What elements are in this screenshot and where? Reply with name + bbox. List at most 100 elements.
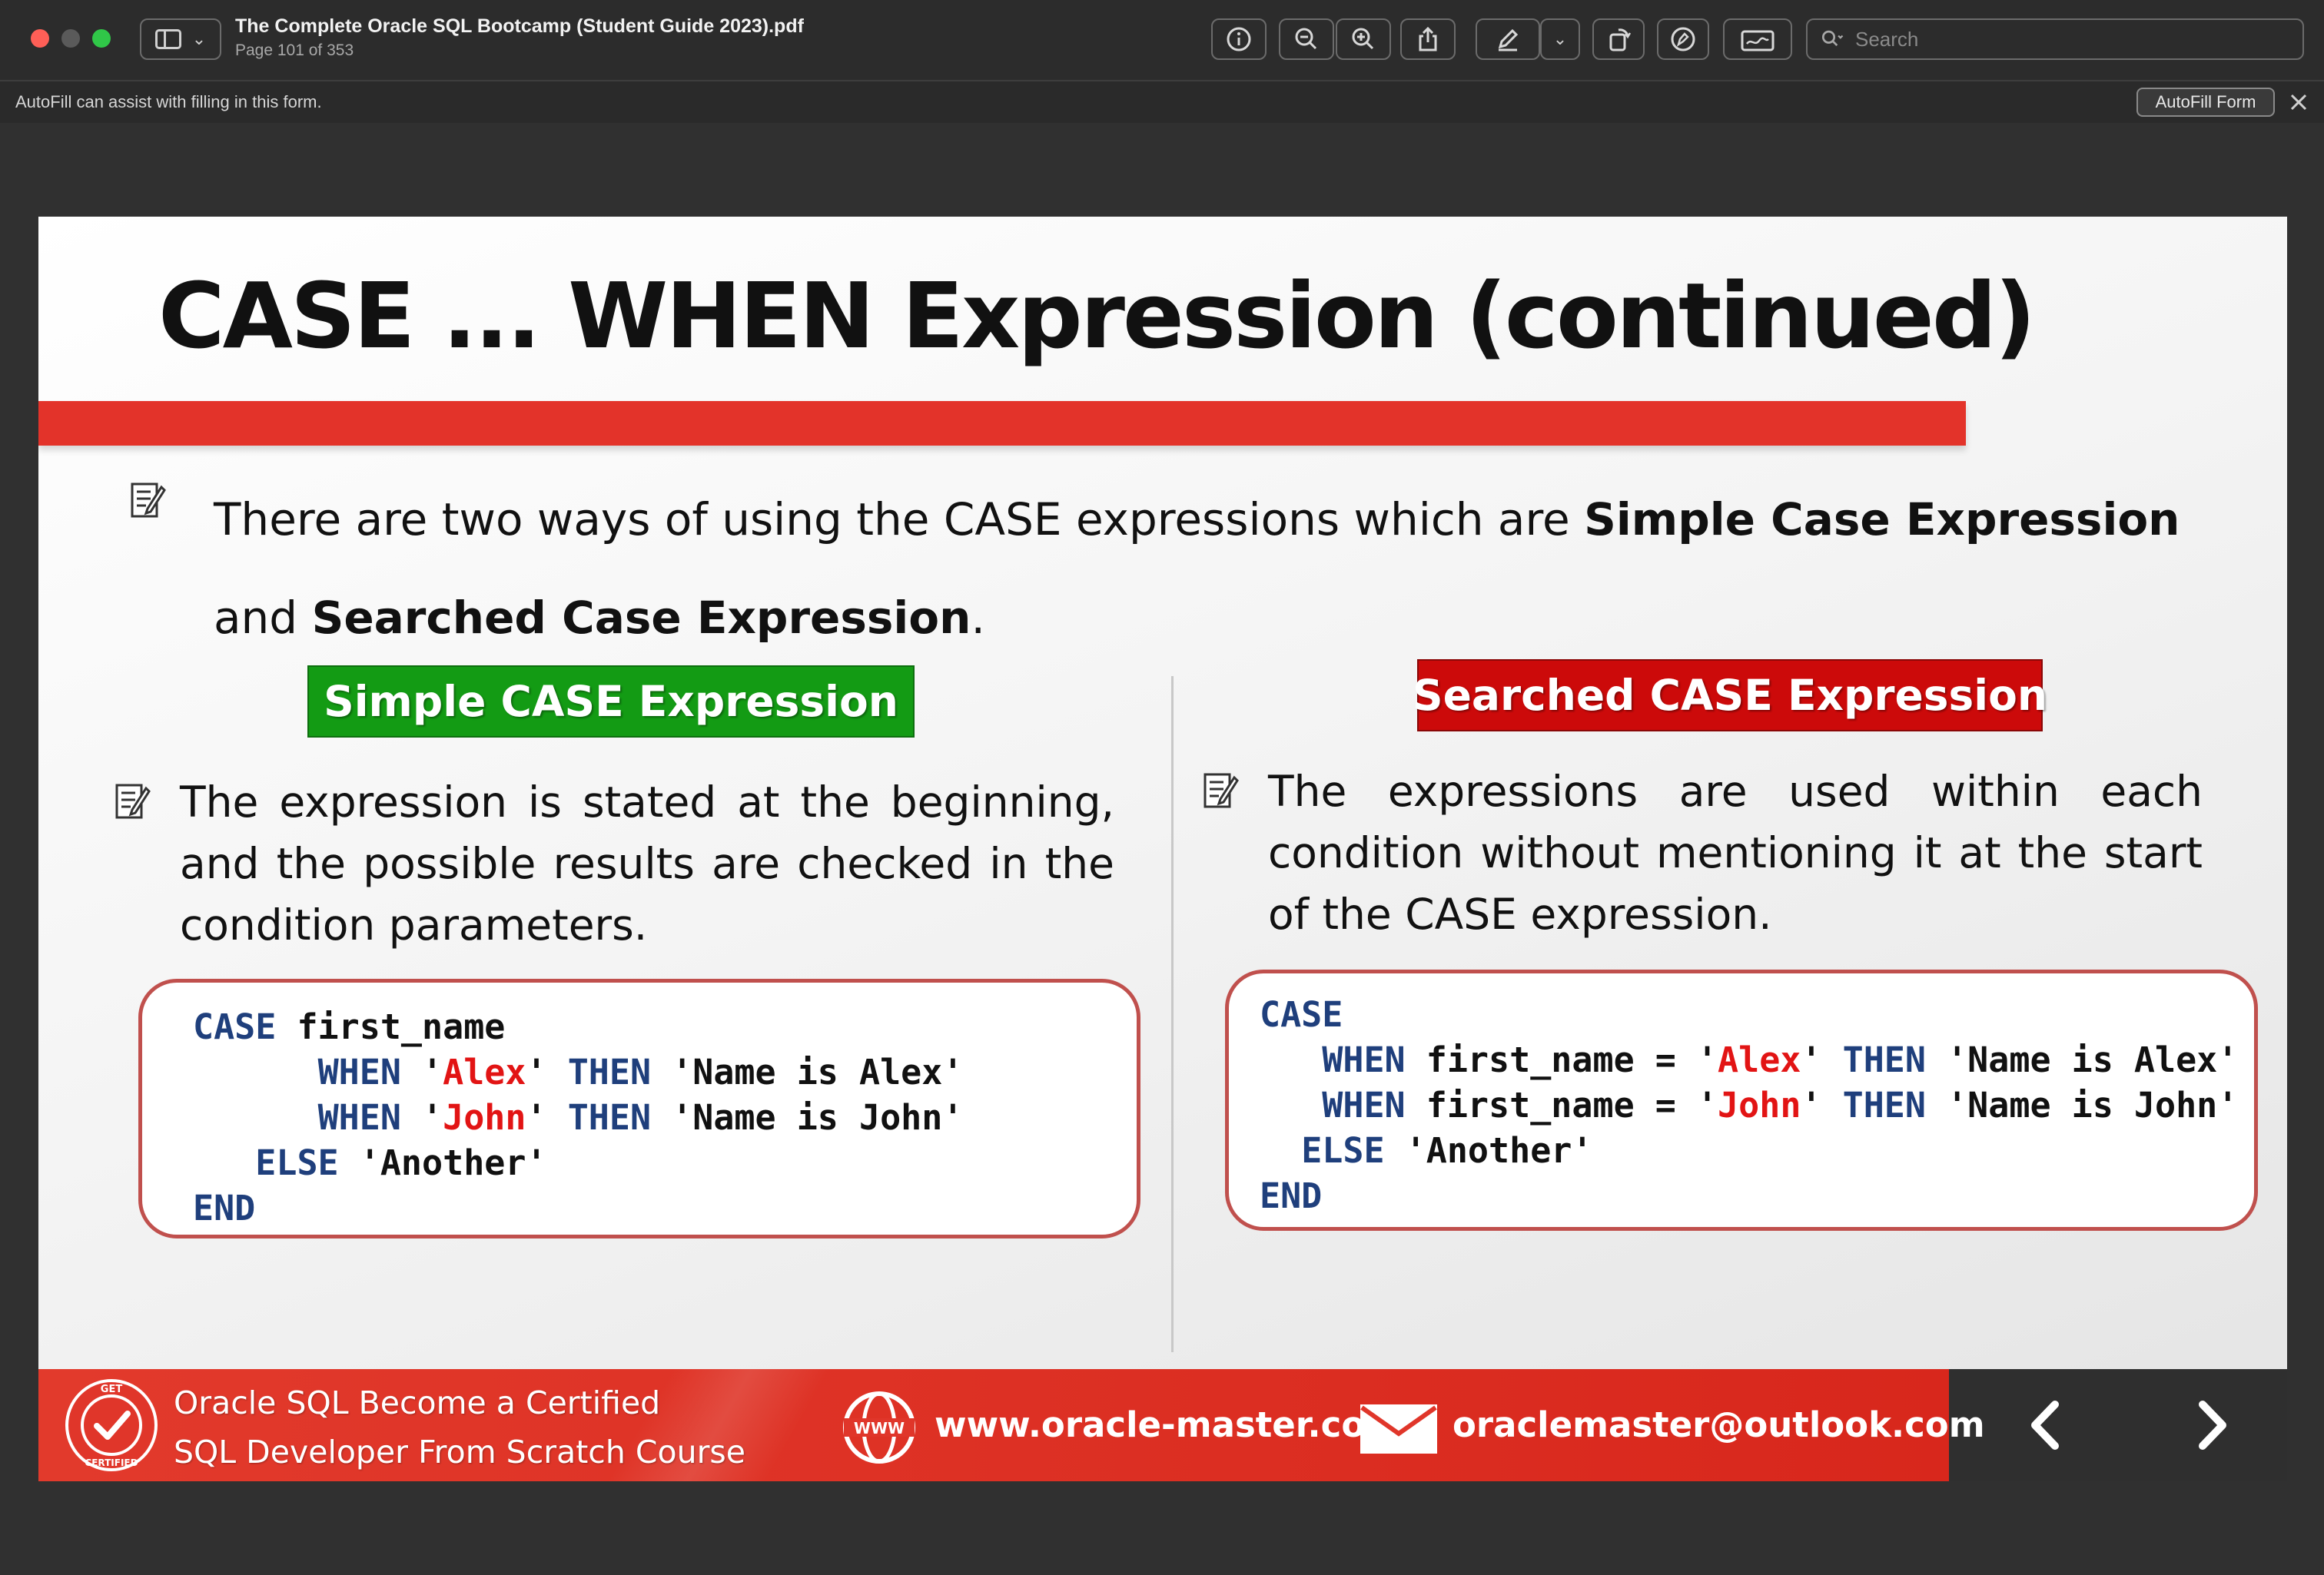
autofill-message: AutoFill can assist with filling in this… <box>15 92 322 111</box>
close-icon[interactable] <box>2287 91 2310 114</box>
code-keyword: CASE <box>193 1006 277 1047</box>
share-icon <box>1419 26 1437 51</box>
www-text: WWW <box>854 1419 905 1437</box>
intro-text: . <box>971 592 985 644</box>
code-string: John <box>443 1097 526 1138</box>
code-keyword: THEN <box>1842 1040 1926 1080</box>
code-text: ' <box>1801 1040 1822 1080</box>
searched-case-code-box: CASE WHEN first_name = 'Alex' THEN 'Name… <box>1225 970 2258 1231</box>
chevron-down-icon: ⌄ <box>191 29 207 49</box>
minimize-window-button[interactable] <box>61 29 80 48</box>
course-title-line-2: SQL Developer From Scratch Course <box>174 1434 746 1471</box>
sign-icon <box>1741 30 1775 51</box>
code-keyword: ELSE <box>1301 1130 1385 1171</box>
code-text: first_name = ' <box>1405 1040 1718 1080</box>
badge-top-text: GET <box>101 1384 123 1395</box>
code-text: ' <box>422 1097 443 1138</box>
course-title-line-1: Oracle SQL Become a Certified <box>174 1384 661 1421</box>
code-text: ' <box>526 1097 547 1138</box>
code-text: 'Name is John' <box>1925 1085 2239 1126</box>
search-input[interactable] <box>1854 26 2287 52</box>
document-title: The Complete Oracle SQL Bootcamp (Studen… <box>235 15 804 37</box>
code-text: first_name = ' <box>1405 1085 1718 1126</box>
title-bar: ⌄ The Complete Oracle SQL Bootcamp (Stud… <box>0 0 2324 81</box>
code-text: ' <box>1801 1085 1822 1126</box>
zoom-in-button[interactable] <box>1336 18 1391 60</box>
code-text: 'Another' <box>338 1142 547 1183</box>
globe-www-icon: WWW <box>843 1391 915 1464</box>
slide-title: CASE ... WHEN Expression (continued) <box>158 263 2036 369</box>
search-icon <box>1821 30 1844 47</box>
column-divider <box>1171 676 1174 1352</box>
code-text: first_name <box>276 1006 506 1047</box>
markup-pen-icon <box>1498 28 1519 51</box>
code-string: John <box>1718 1085 1801 1126</box>
highlight-button[interactable] <box>1657 18 1709 60</box>
code-keyword: WHEN <box>1322 1085 1406 1126</box>
mail-icon <box>1360 1404 1437 1454</box>
searched-case-banner: Searched CASE Expression <box>1413 659 2047 731</box>
code-keyword: WHEN <box>317 1097 401 1138</box>
intro-text: There are two ways of using the CASE exp… <box>214 493 1585 545</box>
chevron-right-icon[interactable] <box>2183 1397 2239 1454</box>
simple-case-banner: Simple CASE Expression <box>307 665 915 738</box>
zoom-in-icon <box>1352 28 1374 50</box>
code-keyword: WHEN <box>317 1052 401 1093</box>
code-text: ' <box>526 1052 547 1093</box>
intro-bold-searched: Searched Case Expression <box>311 592 971 644</box>
autofill-form-button[interactable]: AutoFill Form <box>2136 88 2275 117</box>
code-string: Alex <box>1718 1040 1801 1080</box>
code-text: 'Name is John' <box>651 1097 964 1138</box>
autofill-bar: AutoFill can assist with filling in this… <box>0 81 2324 123</box>
code-keyword: END <box>193 1188 256 1228</box>
website-link[interactable]: www.oracle-master.com <box>935 1404 1401 1445</box>
code-keyword: THEN <box>1842 1085 1926 1126</box>
info-button[interactable] <box>1211 18 1267 60</box>
intro-text: and <box>214 592 312 644</box>
search-field[interactable] <box>1806 18 2304 60</box>
code-keyword: CASE <box>1260 994 1343 1035</box>
rotate-icon <box>1609 28 1632 51</box>
note-icon <box>1204 773 1239 808</box>
rotate-button[interactable] <box>1592 18 1645 60</box>
certified-badge-icon: GET CERTIFIED <box>65 1379 158 1471</box>
simple-case-code-box: CASE first_name WHEN 'Alex' THEN 'Name i… <box>138 979 1140 1238</box>
code-keyword: ELSE <box>255 1142 339 1183</box>
code-text: ' <box>422 1052 443 1093</box>
note-icon <box>131 482 166 518</box>
code-keyword: THEN <box>567 1052 652 1093</box>
note-icon <box>115 784 151 819</box>
sign-button[interactable] <box>1723 18 1792 60</box>
simple-case-code: CASE first_name WHEN 'Alex' THEN 'Name i… <box>193 1004 963 1231</box>
code-string: Alex <box>443 1052 526 1093</box>
chevron-left-icon[interactable] <box>2018 1397 2075 1454</box>
simple-case-description: The expression is stated at the beginnin… <box>180 778 1114 950</box>
markup-dropdown-button[interactable]: ⌄ <box>1540 18 1580 60</box>
close-window-button[interactable] <box>31 29 49 48</box>
badge-bottom-text: CERTIFIED <box>85 1457 138 1468</box>
markup-circle-icon <box>1671 27 1695 51</box>
zoom-out-button[interactable] <box>1279 18 1334 60</box>
intro-bold-simple: Simple Case Expression <box>1584 493 2180 545</box>
code-keyword: THEN <box>567 1097 652 1138</box>
share-button[interactable] <box>1400 18 1456 60</box>
info-icon <box>1227 27 1251 51</box>
zoom-out-icon <box>1295 28 1317 50</box>
searched-case-description: The expressions are used within each con… <box>1268 767 2203 939</box>
page-indicator: Page 101 of 353 <box>235 41 354 59</box>
chevron-down-icon: ⌄ <box>1552 29 1568 49</box>
title-underline-bar <box>38 401 1966 446</box>
code-text: 'Name is Alex' <box>1925 1040 2239 1080</box>
sidebar-toggle-button[interactable]: ⌄ <box>140 18 221 60</box>
email-link[interactable]: oraclemaster@outlook.com <box>1452 1404 1985 1445</box>
searched-case-code: CASE WHEN first_name = 'Alex' THEN 'Name… <box>1260 992 2238 1219</box>
markup-button[interactable] <box>1476 18 1540 60</box>
code-text: 'Name is Alex' <box>651 1052 964 1093</box>
code-keyword: WHEN <box>1322 1040 1406 1080</box>
maximize-window-button[interactable] <box>92 29 111 48</box>
sidebar-icon <box>154 29 181 49</box>
intro-paragraph: There are two ways of using the CASE exp… <box>214 470 2243 667</box>
code-text: 'Another' <box>1384 1130 1593 1171</box>
code-keyword: END <box>1260 1175 1323 1216</box>
pdf-page: CASE ... WHEN Expression (continued) The… <box>38 217 2287 1481</box>
